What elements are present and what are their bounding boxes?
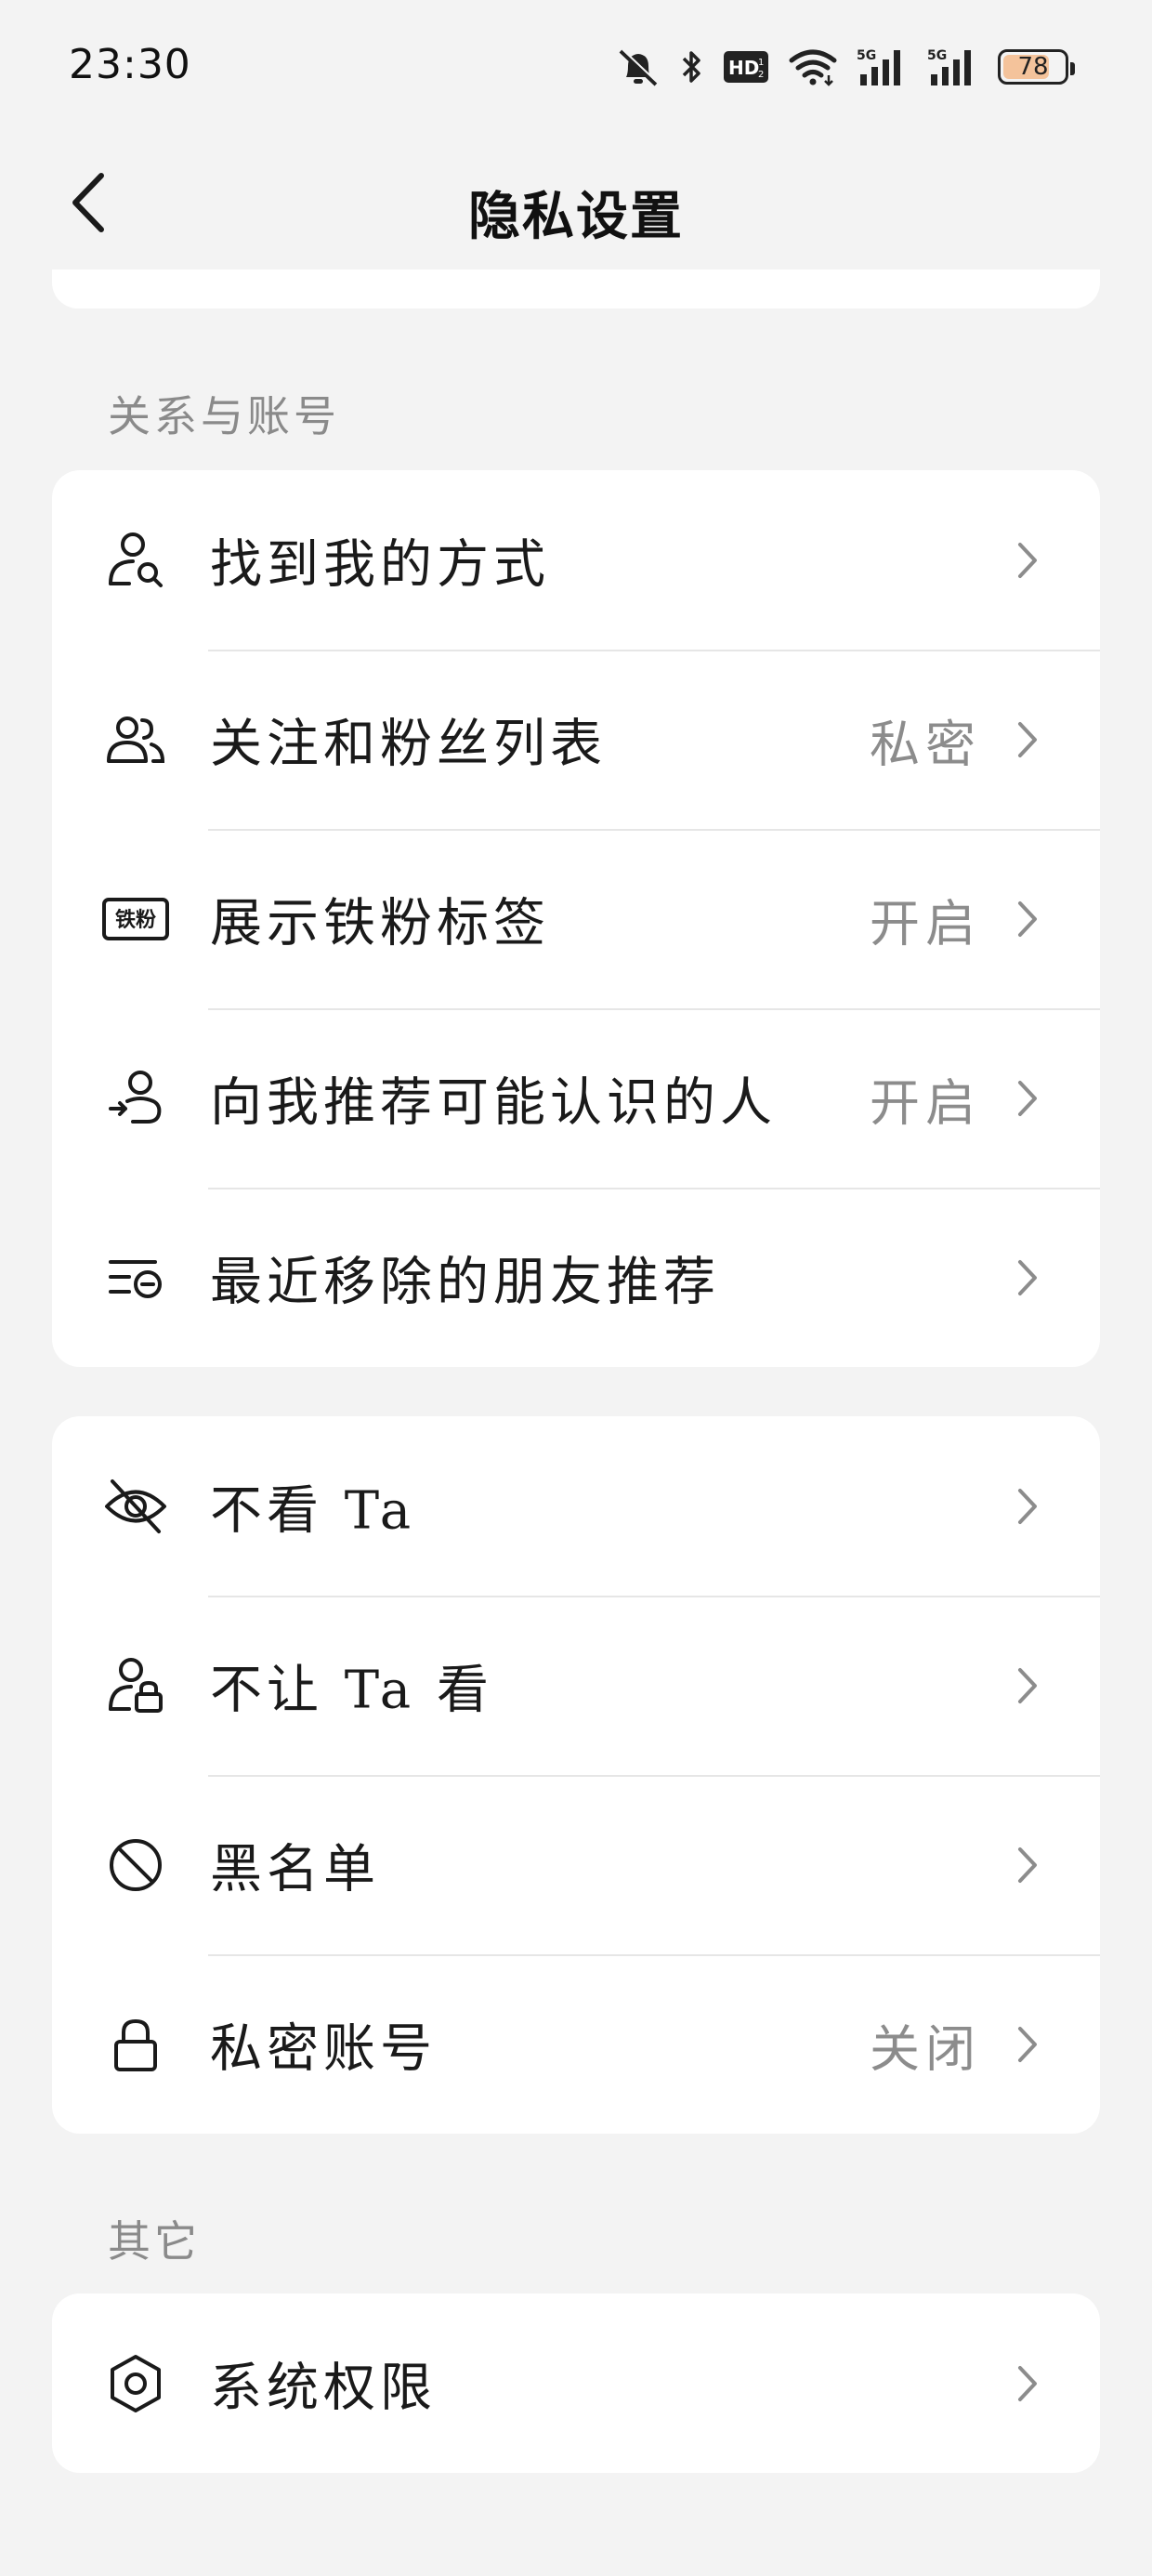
hd-icon: HD 1 2 [723, 50, 769, 84]
chevron-right-icon [1009, 2360, 1046, 2407]
row-label: 关注和粉丝列表 [210, 714, 607, 774]
previous-card-bottom [52, 269, 1100, 309]
page-title: 隐私设置 [468, 187, 684, 247]
chevron-right-icon [1009, 537, 1046, 584]
row-private-account[interactable]: 私密账号 关闭 [52, 1954, 1100, 2134]
chevron-right-icon [1009, 1483, 1046, 1530]
row-label: 系统权限 [210, 2358, 437, 2418]
row-label: 最近移除的朋友推荐 [210, 1252, 720, 1312]
row-value: 关闭 [870, 2019, 981, 2078]
signal-5g-icon: 5G [927, 46, 979, 87]
eye-off-icon [102, 1473, 169, 1540]
row-label: 展示铁粉标签 [210, 893, 550, 953]
status-time: 23:30 [69, 41, 191, 88]
row-label: 私密账号 [210, 2018, 437, 2079]
wifi-icon [788, 47, 838, 86]
row-label: 向我推荐可能认识的人 [210, 1072, 777, 1133]
chevron-right-icon [1009, 2021, 1046, 2068]
battery-level: 78 [1017, 53, 1049, 81]
chevron-right-icon [1009, 716, 1046, 763]
bluetooth-icon [680, 47, 704, 86]
bell-off-icon [615, 46, 661, 88]
hexagon-settings-icon [102, 2350, 169, 2417]
row-value: 开启 [870, 1073, 981, 1132]
lock-icon [102, 2011, 169, 2078]
section-label-relations: 关系与账号 [108, 391, 340, 441]
fan-badge-icon: 铁粉 [102, 886, 169, 953]
chevron-right-icon [1009, 1842, 1046, 1888]
section-label-other: 其它 [108, 2216, 201, 2267]
person-lock-icon [102, 1652, 169, 1719]
fan-badge-text: 铁粉 [115, 908, 156, 932]
status-icons: HD 1 2 5G 5G 78 [615, 39, 1075, 95]
svg-text:2: 2 [758, 70, 764, 80]
row-value: 开启 [870, 894, 981, 953]
relations-card: 找到我的方式 关注和粉丝列表 私密 铁粉 展示铁粉标签 开启 向我推荐可能认识的… [52, 470, 1100, 1367]
row-find-me[interactable]: 找到我的方式 [52, 470, 1100, 650]
row-dont-let-see[interactable]: 不让 Ta 看 [52, 1596, 1100, 1775]
row-value: 私密 [870, 715, 981, 773]
person-search-icon [102, 527, 169, 594]
row-label: 找到我的方式 [210, 534, 550, 595]
chevron-right-icon [1009, 1075, 1046, 1122]
svg-text:5G: 5G [927, 48, 947, 63]
signal-5g-icon: 5G [857, 46, 909, 87]
row-system-permissions[interactable]: 系统权限 [52, 2293, 1100, 2473]
status-bar: 23:30 HD 1 2 5G 5G 78 [0, 0, 1152, 139]
row-dont-see[interactable]: 不看 Ta [52, 1416, 1100, 1596]
row-fan-badge[interactable]: 铁粉 展示铁粉标签 开启 [52, 829, 1100, 1008]
row-label: 不看 Ta [210, 1480, 416, 1541]
row-label: 不让 Ta 看 [210, 1660, 493, 1720]
other-card: 系统权限 [52, 2293, 1100, 2473]
chevron-right-icon [1009, 1663, 1046, 1709]
blocking-card: 不看 Ta 不让 Ta 看 黑名单 私密账号 关闭 [52, 1416, 1100, 2134]
svg-text:5G: 5G [857, 48, 876, 63]
row-follow-fans-list[interactable]: 关注和粉丝列表 私密 [52, 650, 1100, 829]
people-icon [102, 706, 169, 773]
ban-icon [102, 1832, 169, 1899]
svg-text:1: 1 [758, 58, 764, 68]
list-removed-icon [102, 1244, 169, 1311]
chevron-right-icon [1009, 1255, 1046, 1301]
nav-bar: 隐私设置 [0, 139, 1152, 269]
row-blacklist[interactable]: 黑名单 [52, 1775, 1100, 1954]
row-removed-recommendations[interactable]: 最近移除的朋友推荐 [52, 1188, 1100, 1367]
battery-icon: 78 [998, 49, 1075, 85]
person-recommend-icon [102, 1065, 169, 1132]
row-recommend-people[interactable]: 向我推荐可能认识的人 开启 [52, 1008, 1100, 1188]
row-label: 黑名单 [210, 1839, 380, 1899]
chevron-right-icon [1009, 896, 1046, 942]
svg-text:HD: HD [728, 57, 759, 79]
